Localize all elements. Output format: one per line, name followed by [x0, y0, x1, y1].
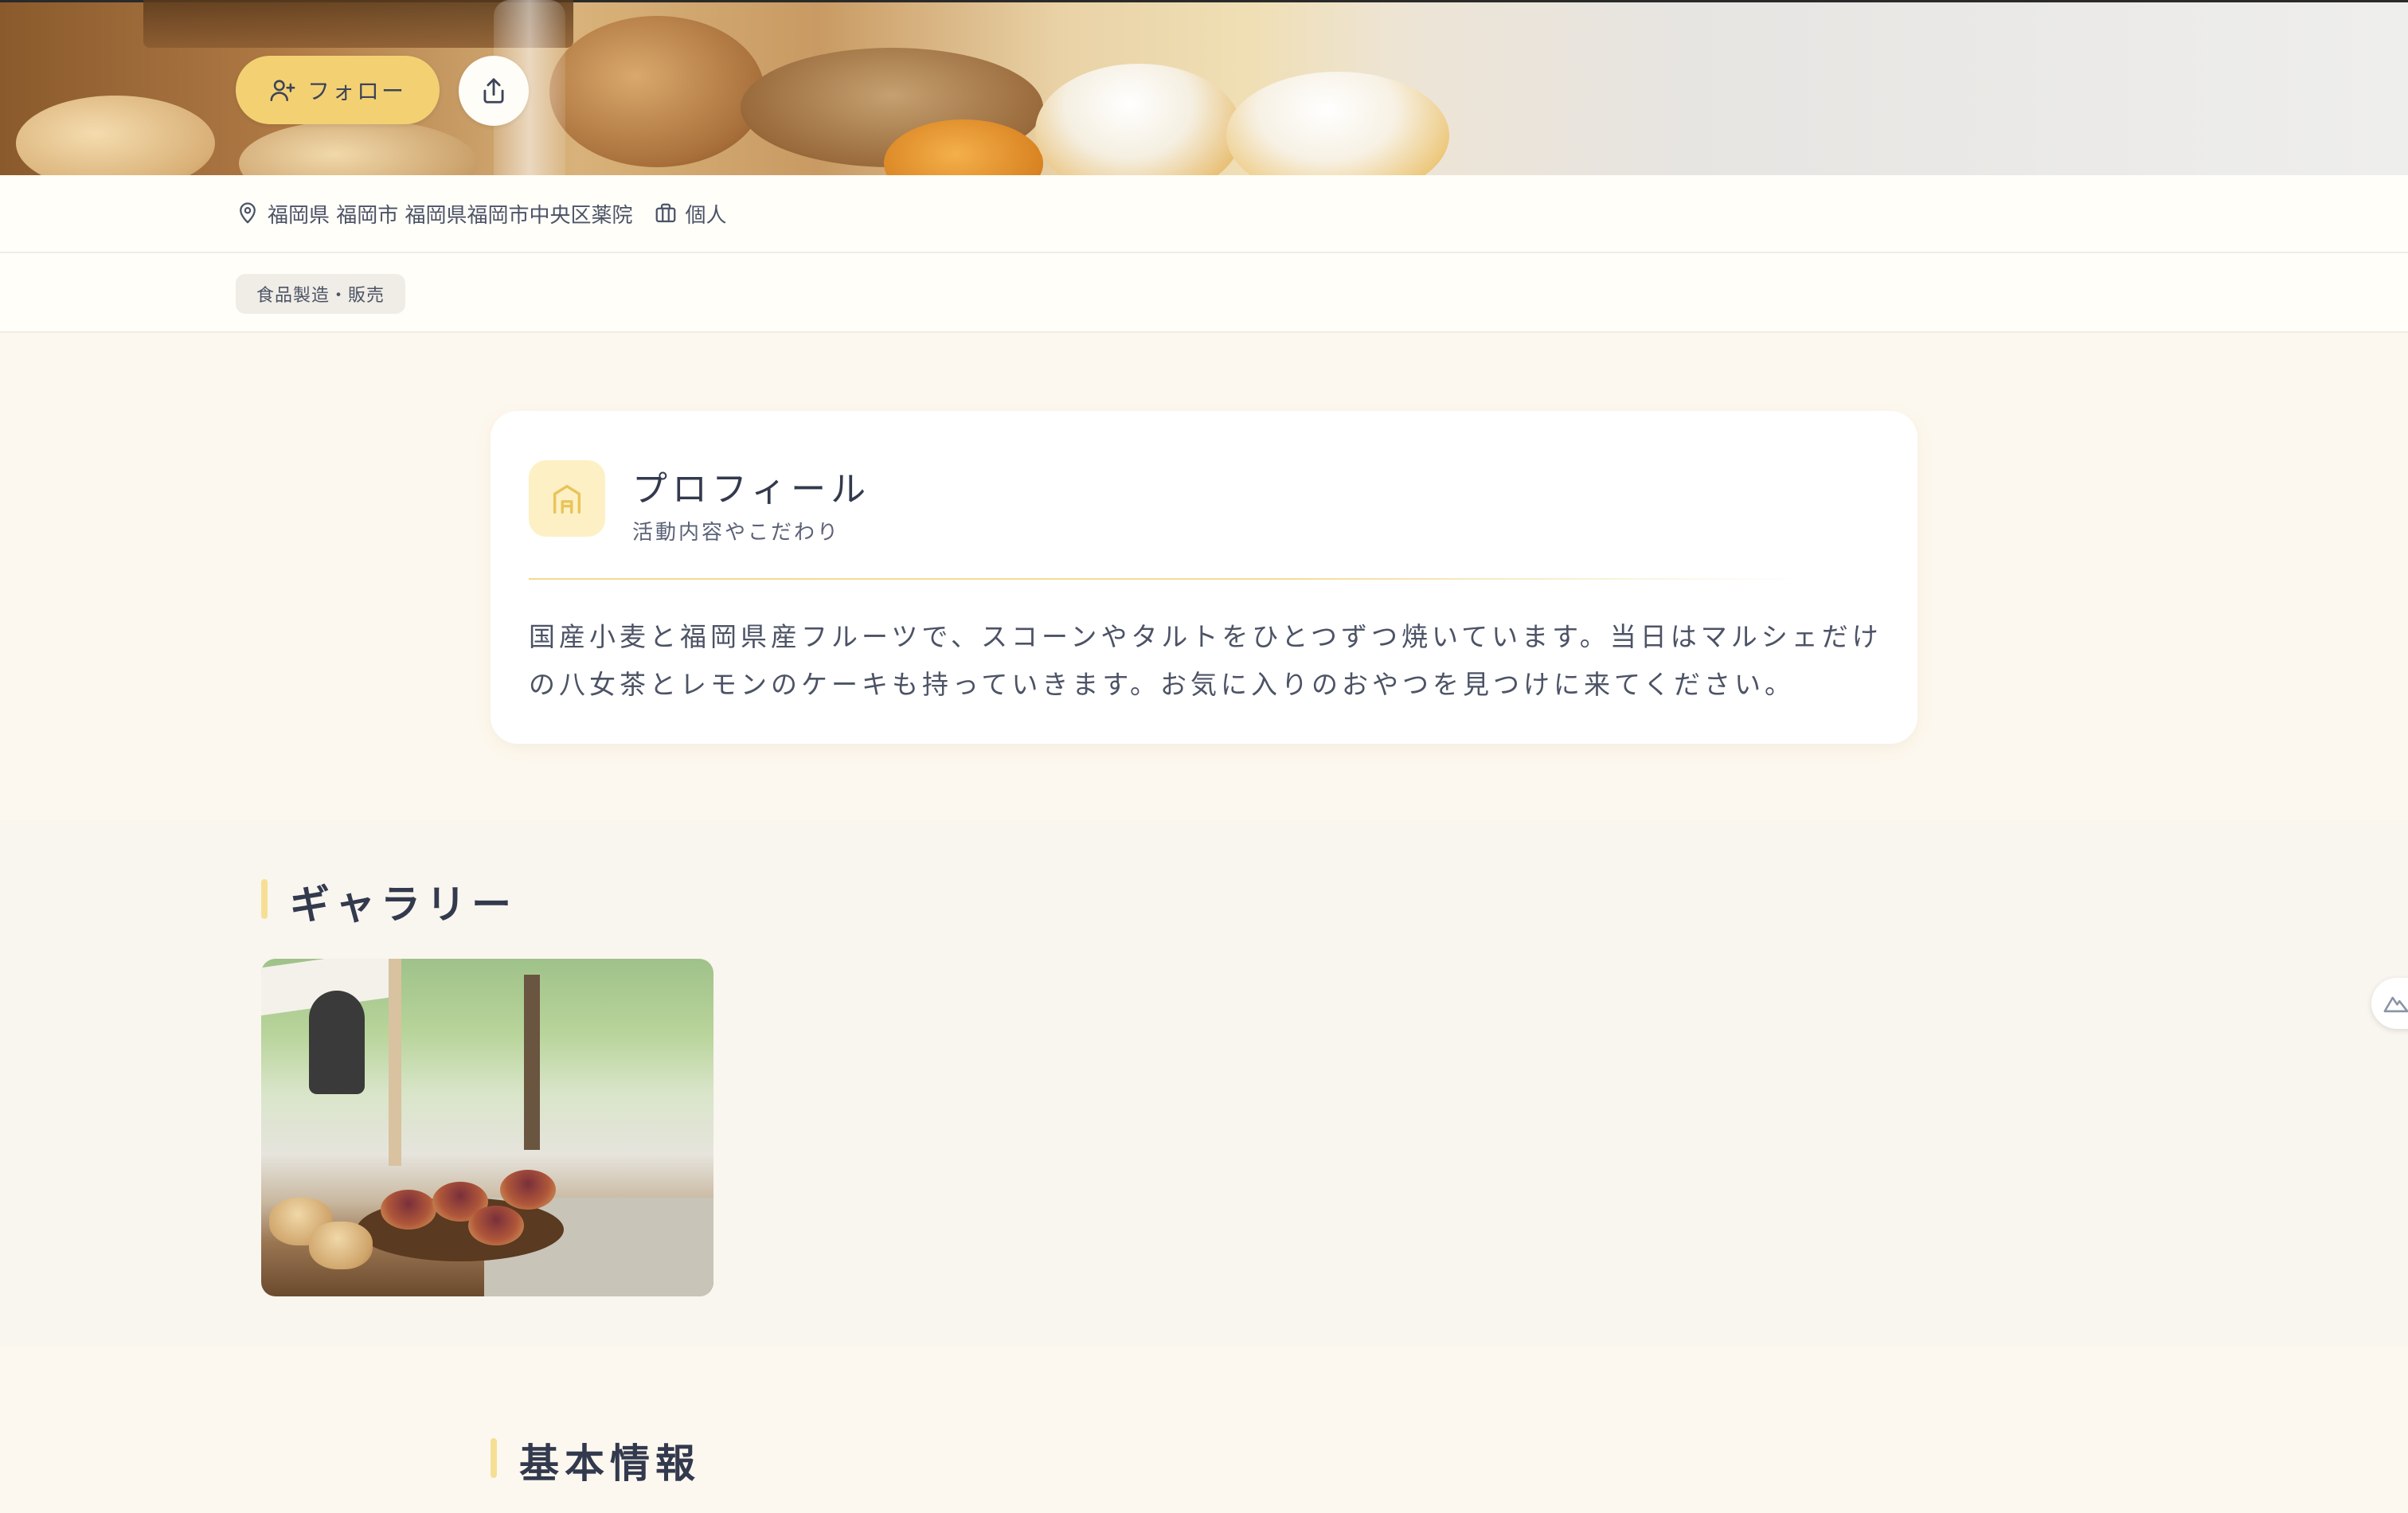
map-pin-icon — [240, 202, 256, 224]
hero-lemon-cake — [1035, 64, 1242, 175]
share-button[interactable] — [459, 56, 529, 126]
briefcase-icon — [655, 203, 675, 223]
hero-scone — [16, 96, 215, 175]
hero-banner-image: フォロー — [0, 0, 2408, 175]
gallery-section: ギャラリー — [0, 820, 2408, 1346]
profile-subtitle: 活動内容やこだわり — [632, 521, 841, 545]
hero-scone — [549, 16, 764, 167]
gallery-tart — [500, 1170, 556, 1210]
profile-title: プロフィール — [632, 469, 871, 510]
mountain-icon — [2383, 996, 2408, 1013]
hero-lemon-cake — [1226, 72, 1449, 175]
gallery-tart — [468, 1206, 524, 1245]
profile-description: 国産小麦と福岡県産フルーツで、スコーンやタルトをひとつずつ焼いています。当日はマ… — [529, 621, 1882, 700]
type-text: 個人 — [685, 203, 727, 228]
store-icon — [553, 484, 581, 514]
gallery-person — [309, 991, 365, 1094]
share-icon — [483, 78, 504, 104]
gallery-tree — [524, 975, 540, 1150]
basic-info-title: 基本情報 — [491, 1432, 701, 1489]
follow-label: フォロー — [307, 78, 406, 104]
follow-button[interactable]: フォロー — [236, 56, 440, 124]
gallery-pole — [389, 959, 401, 1166]
location-text: 福岡県 福岡市 福岡県福岡市中央区薬院 — [268, 203, 633, 228]
page: フォロー 福岡県 福岡市 福岡県福岡市中央区薬院 個人 食品製造・販売 プロフィ… — [0, 0, 2408, 1513]
type-item: 個人 — [654, 199, 727, 229]
user-plus-icon — [270, 80, 295, 102]
gallery-image[interactable] — [261, 959, 713, 1296]
profile-card: プロフィール 活動内容やこだわり 国産小麦と福岡県産フルーツで、スコーンやタルト… — [491, 411, 1917, 744]
gallery-title: ギャラリー — [261, 873, 517, 930]
location-item: 福岡県 福岡市 福岡県福岡市中央区薬院 — [236, 199, 633, 229]
hero-scone — [239, 119, 478, 175]
meta-row: 福岡県 福岡市 福岡県福岡市中央区薬院 個人 — [0, 175, 2408, 253]
category-tag[interactable]: 食品製造・販売 — [236, 274, 406, 314]
gallery-scone — [309, 1222, 373, 1269]
profile-divider — [529, 578, 1803, 580]
tag-row: 食品製造・販売 — [0, 253, 2408, 333]
gallery-tart — [381, 1190, 436, 1230]
profile-icon-box — [529, 460, 605, 537]
